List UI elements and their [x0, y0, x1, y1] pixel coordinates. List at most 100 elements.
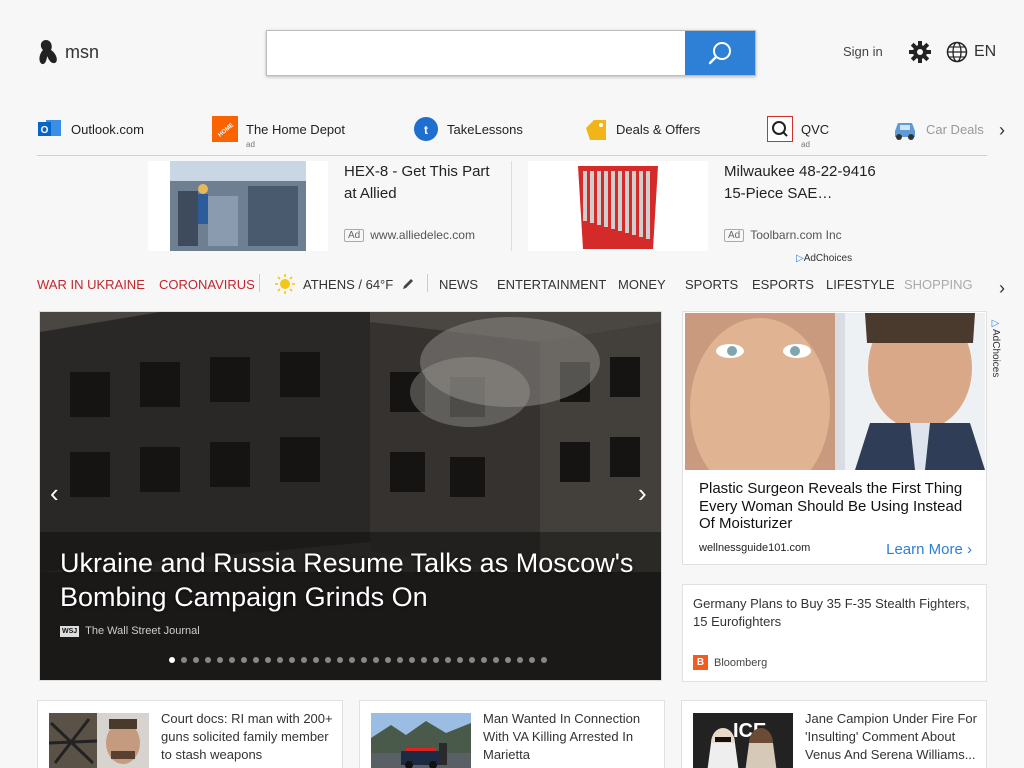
story-card[interactable]: Court docs: RI man with 200+ guns solici…: [37, 700, 343, 768]
nav-entertainment[interactable]: ENTERTAINMENT: [497, 277, 606, 292]
carousel-dot[interactable]: [265, 657, 271, 663]
quicklink-label: QVC: [801, 121, 830, 137]
adchoices-label: AdChoices: [803, 253, 853, 264]
quicklink-outlook[interactable]: O Outlook.com: [37, 116, 144, 142]
sign-in-link[interactable]: Sign in: [843, 44, 883, 59]
weather-label: ATHENS / 64°F: [303, 276, 394, 292]
ad-title[interactable]: HEX-8 - Get This Part at Allied: [344, 161, 504, 205]
ad-source-name: Toolbarn.com Inc: [750, 228, 842, 242]
carousel-dot[interactable]: [421, 657, 427, 663]
nav-money[interactable]: MONEY: [618, 277, 666, 292]
learn-more-button[interactable]: Learn More ›: [886, 541, 972, 558]
quicklink-home-depot[interactable]: HOME The Home Depot ad: [212, 116, 345, 149]
search-box: [266, 30, 756, 76]
story-headline[interactable]: Man Wanted In Connection With VA Killing…: [483, 710, 659, 764]
hero-headline[interactable]: Ukraine and Russia Resume Talks as Mosco…: [60, 546, 650, 614]
hero-carousel[interactable]: ‹ › Ukraine and Russia Resume Talks as M…: [39, 311, 662, 681]
carousel-dot[interactable]: [277, 657, 283, 663]
carousel-dot[interactable]: [457, 657, 463, 663]
carousel-dot[interactable]: [373, 657, 379, 663]
quicklink-takelessons[interactable]: t TakeLessons: [413, 116, 523, 142]
story-image: [49, 713, 149, 768]
carousel-dot[interactable]: [229, 657, 235, 663]
sponsored-headline[interactable]: Plastic Surgeon Reveals the First Thing …: [699, 480, 979, 533]
quicklink-car-deals[interactable]: Car Deals: [892, 116, 984, 142]
carousel-dot[interactable]: [409, 657, 415, 663]
carousel-dot[interactable]: [325, 657, 331, 663]
carousel-dot[interactable]: [217, 657, 223, 663]
language-selector[interactable]: EN: [946, 41, 996, 63]
quicklink-label: Car Deals: [926, 121, 984, 137]
story-headline[interactable]: Court docs: RI man with 200+ guns solici…: [161, 710, 337, 764]
carousel-dot[interactable]: [193, 657, 199, 663]
adchoices-vertical[interactable]: ▷AdChoices: [990, 318, 1001, 377]
nav-news[interactable]: NEWS: [439, 277, 478, 292]
nav-war-in-ukraine[interactable]: WAR IN UKRAINE: [37, 277, 145, 292]
pencil-icon[interactable]: [401, 277, 415, 291]
hero-next-arrow[interactable]: ›: [638, 478, 647, 509]
carousel-dot[interactable]: [205, 657, 211, 663]
carousel-dot[interactable]: [385, 657, 391, 663]
ad-source: Ad www.alliedelec.com: [344, 228, 475, 242]
nav-sports[interactable]: SPORTS: [685, 277, 738, 292]
gear-icon[interactable]: [909, 41, 931, 63]
carousel-dot[interactable]: [349, 657, 355, 663]
carousel-dot[interactable]: [361, 657, 367, 663]
quicklink-label: Deals & Offers: [616, 121, 701, 137]
carousel-dot[interactable]: [433, 657, 439, 663]
nav-coronavirus[interactable]: CORONAVIRUS: [159, 277, 255, 292]
carousel-dot[interactable]: [313, 657, 319, 663]
carousel-dot[interactable]: [169, 657, 175, 663]
deals-tag-icon: [582, 116, 608, 142]
svg-text:t: t: [424, 123, 428, 137]
carousel-dot[interactable]: [241, 657, 247, 663]
quicklink-ad-tag: ad: [801, 140, 810, 149]
search-button[interactable]: [685, 31, 755, 75]
nav-lifestyle[interactable]: LIFESTYLE: [826, 277, 895, 292]
side-story-headline[interactable]: Germany Plans to Buy 35 F-35 Stealth Fig…: [693, 595, 978, 631]
carousel-dot[interactable]: [481, 657, 487, 663]
home-depot-icon: HOME: [212, 116, 238, 142]
story-card[interactable]: ICE Jane Campion Under Fire For 'Insulti…: [681, 700, 987, 768]
quicklink-deals[interactable]: Deals & Offers: [582, 116, 700, 142]
carousel-dot[interactable]: [397, 657, 403, 663]
carousel-dot[interactable]: [181, 657, 187, 663]
carousel-dot[interactable]: [289, 657, 295, 663]
nav-shopping[interactable]: SHOPPING: [904, 277, 973, 292]
side-story-source-name: Bloomberg: [714, 656, 768, 669]
sponsored-card[interactable]: Plastic Surgeon Reveals the First Thing …: [682, 311, 987, 565]
carousel-dot[interactable]: [301, 657, 307, 663]
adchoices-icon: ▷: [990, 318, 1001, 329]
wsj-badge-icon: WSJ: [60, 625, 80, 637]
hero-prev-arrow[interactable]: ‹: [50, 478, 59, 509]
ad-image-wrench-set[interactable]: [528, 161, 708, 251]
carousel-dot[interactable]: [541, 657, 547, 663]
carousel-dot[interactable]: [445, 657, 451, 663]
nav-weather[interactable]: ATHENS / 64°F: [275, 274, 415, 294]
qvc-icon: [767, 116, 793, 142]
story-image: ICE: [693, 713, 793, 768]
story-card[interactable]: Man Wanted In Connection With VA Killing…: [359, 700, 665, 768]
ad-divider: [511, 161, 512, 251]
ad-title[interactable]: Milwaukee 48-22-9416 15-Piece SAE…: [724, 161, 894, 205]
carousel-dot[interactable]: [469, 657, 475, 663]
adchoices-link[interactable]: ▷AdChoices: [796, 253, 852, 264]
quicklink-label: TakeLessons: [447, 121, 523, 137]
nav-esports[interactable]: ESPORTS: [752, 277, 814, 292]
search-input[interactable]: [267, 31, 685, 75]
carousel-dot[interactable]: [337, 657, 343, 663]
carousel-dot[interactable]: [517, 657, 523, 663]
side-story-card[interactable]: Germany Plans to Buy 35 F-35 Stealth Fig…: [682, 584, 987, 682]
learn-more-label: Learn More: [886, 541, 963, 558]
carousel-dot[interactable]: [505, 657, 511, 663]
msn-logo[interactable]: msn: [37, 38, 99, 66]
search-icon: [708, 42, 731, 65]
quicklinks-next-arrow[interactable]: ›: [999, 120, 1005, 141]
nav-next-arrow[interactable]: ›: [999, 278, 1005, 299]
story-headline[interactable]: Jane Campion Under Fire For 'Insulting' …: [805, 710, 981, 764]
carousel-dot[interactable]: [493, 657, 499, 663]
ad-image-factory[interactable]: [148, 161, 328, 251]
carousel-dot[interactable]: [529, 657, 535, 663]
quicklink-qvc[interactable]: QVC ad: [767, 116, 830, 149]
carousel-dot[interactable]: [253, 657, 259, 663]
